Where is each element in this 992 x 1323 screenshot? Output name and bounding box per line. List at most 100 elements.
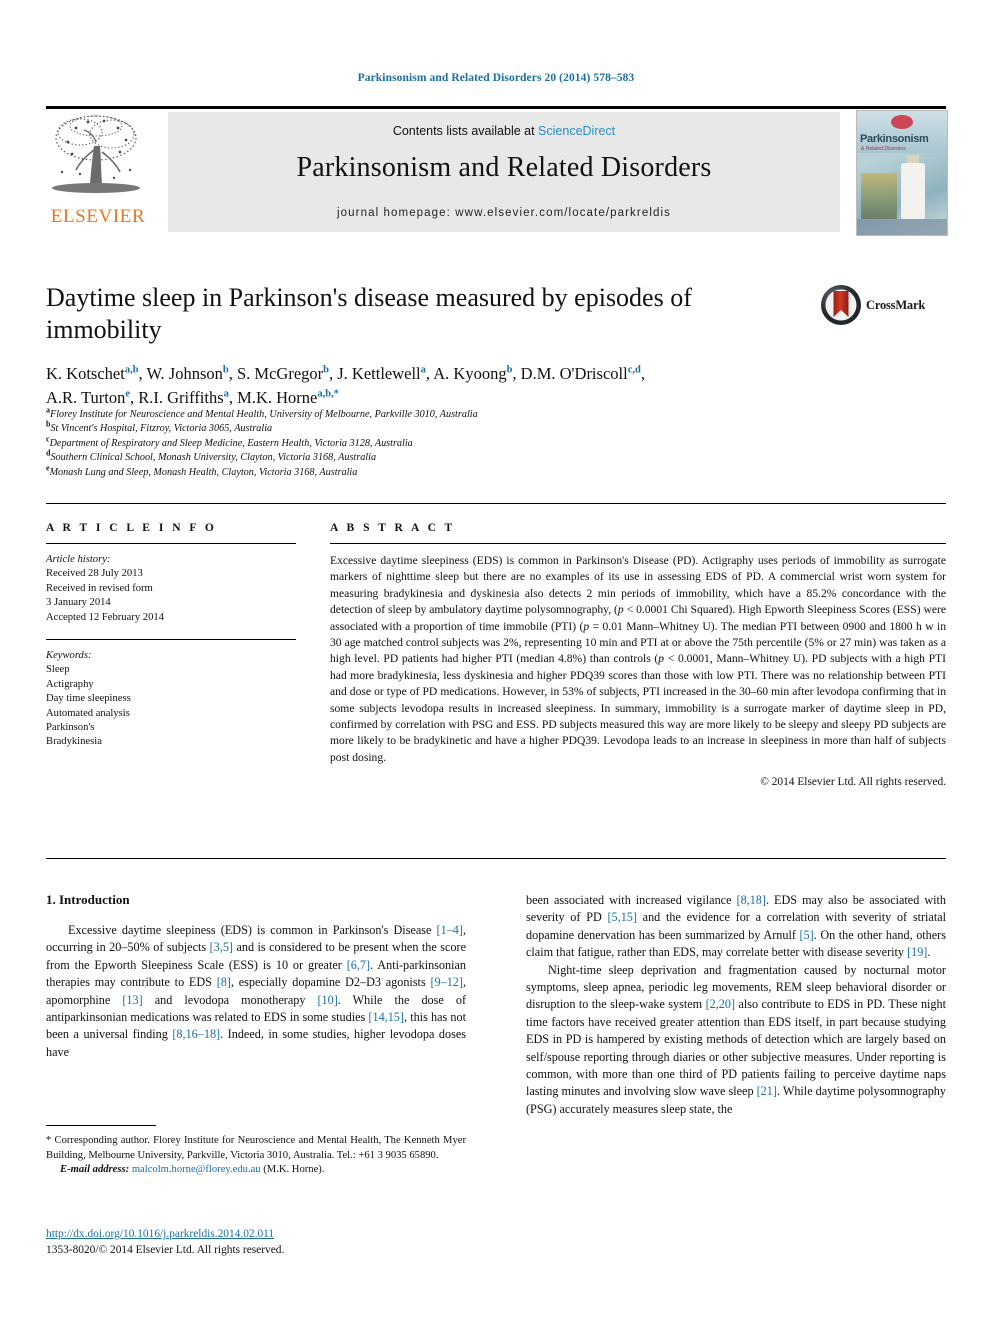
keywords-block: Keywords: Sleep Actigraphy Day time sleepi… [46,649,296,750]
author-affiliation-marker: c,d [627,364,641,376]
article-history-label: Article history: [46,554,111,565]
doi-link[interactable]: http://dx.doi.org/10.1016/j.parkreldis.2… [46,1227,466,1243]
journal-cover-thumbnail: Parkinsonism & Related Disorders [856,110,948,236]
article-history-item: Accepted 12 February 2014 [46,611,164,623]
citation-link[interactable]: [8,18] [737,893,766,907]
cover-artwork-ground [857,219,947,235]
journal-article-page: Parkinsonism and Related Disorders 20 (2… [0,0,992,1323]
body-column-right: been associated with increased vigilance… [526,892,946,1118]
copyright-line: © 2014 Elsevier Ltd. All rights reserved… [760,776,946,789]
article-history-item: Received 28 July 2013 [46,568,143,580]
citation-link[interactable]: [10] [317,993,337,1007]
author-list: K. Kotscheta,b, W. Johnsonb, S. McGregor… [46,362,806,410]
citation-link[interactable]: [9–12] [430,975,463,989]
cover-emblem-icon [891,115,913,129]
affiliation-item: eMonash Lung and Sleep, Monash Health, C… [46,463,358,478]
elsevier-logo: ELSEVIER [46,112,150,232]
citation-link[interactable]: [21] [757,1084,777,1098]
abstract-top-rule [46,503,946,504]
author-line-1: K. Kotscheta,b, W. Johnsonb, S. McGregor… [46,364,645,383]
cover-artwork-plants [861,173,897,219]
crossmark-badge[interactable]: CrossMark [820,284,946,332]
contents-prefix: Contents lists available at [392,124,539,138]
abstract-heading: A B S T R A C T [330,522,456,534]
article-history-entries: Received 28 July 2013 Received in revised… [46,568,164,622]
crossmark-icon [821,285,861,325]
abstract-column: A B S T R A C T Excessive daytime sleepi… [330,522,946,788]
email-link[interactable]: malcolm.horne@florey.edu.au [132,1164,261,1175]
keyword-entries: Sleep Actigraphy Day time sleepiness Automa… [46,664,131,747]
affiliation-marker: b [46,420,51,430]
title-block: Daytime sleep in Parkinson's disease mea… [46,282,806,410]
citation-link[interactable]: [1–4] [437,923,463,937]
cover-subtitle: & Related Disorders [861,146,906,152]
keyword-item: Automated analysis [46,707,130,719]
footnote-block: * Corresponding author. Florey Institute… [46,1125,466,1178]
affiliation-item: bSt Vincent's Hospital, Fitzroy, Victori… [46,420,273,435]
affiliation-item: aFlorey Institute for Neuroscience and M… [46,405,478,420]
author-line-2: A.R. Turtone, R.I. Griffithsa, M.K. Horn… [46,388,339,407]
author-affiliation-marker: a [420,364,426,376]
email-label: E-mail address: [60,1164,130,1176]
stat-symbol: p [658,652,665,666]
masthead-top-rule [46,106,946,109]
citation-link[interactable]: [2,20] [706,997,735,1011]
section-heading-introduction: 1. Introduction [46,892,130,907]
article-title: Daytime sleep in Parkinson's disease mea… [46,283,692,344]
intro-paragraph-1: Excessive daytime sleepiness (EDS) is co… [46,923,467,1059]
cover-title: Parkinsonism [860,133,929,145]
affiliation-marker: d [46,448,51,458]
affiliation-item: dSouthern Clinical School, Monash Univer… [46,448,377,464]
corresponding-author-note: * Corresponding author. Florey Institute… [46,1135,466,1161]
contents-band: Contents lists available at ScienceDirec… [168,112,840,232]
article-history: Article history: Received 28 July 2013 Re… [46,553,296,625]
citation-link[interactable]: [5] [799,928,813,942]
citation-link[interactable]: [3,5] [210,940,233,954]
intro-paragraph-1-cont: been associated with increased vigilance… [526,893,946,960]
doi-block: http://dx.doi.org/10.1016/j.parkreldis.2… [46,1227,466,1258]
sciencedirect-link[interactable]: ScienceDirect [538,124,615,138]
stat-symbol: p [583,619,590,633]
abstract-text: Excessive daytime sleepiness (EDS) is co… [330,554,947,764]
email-note: E-mail address: malcolm.horne@florey.edu… [46,1163,466,1178]
keyword-item: Sleep [46,664,70,676]
issn-copyright-line: 1353-8020/© 2014 Elsevier Ltd. All right… [46,1243,285,1256]
journal-homepage[interactable]: journal homepage: www.elsevier.com/locat… [168,207,840,219]
abstract-rule [330,543,946,544]
keyword-item: Bradykinesia [46,736,102,748]
author-affiliation-marker: b [222,364,229,376]
author-affiliation-marker: a,b,* [317,388,339,400]
keyword-item: Actigraphy [46,678,94,690]
affiliation-marker: c [46,434,50,444]
email-suffix: (M.K. Horne). [263,1164,325,1176]
citation-link[interactable]: [8] [217,975,231,989]
article-info-column: A R T I C L E I N F O Article history: R… [46,522,296,750]
body-column-left: 1. Introduction Excessive daytime sleepi… [46,892,466,1061]
citation-link[interactable]: [8,16–18] [172,1027,220,1041]
article-info-heading: A R T I C L E I N F O [46,522,217,534]
running-head: Parkinsonism and Related Disorders 20 (2… [357,72,635,84]
affiliation-list: aFlorey Institute for Neuroscience and M… [46,405,746,480]
author-affiliation-marker: b [323,364,329,376]
cover-artwork-bottle [901,163,925,219]
citation-link[interactable]: [19] [907,945,927,959]
citation-link[interactable]: [6,7] [347,958,370,972]
author-affiliation-marker: e [125,388,130,400]
contents-available-line: Contents lists available at ScienceDirec… [168,124,840,138]
citation-link[interactable]: [5,15] [608,910,637,924]
elsevier-wordmark: ELSEVIER [50,206,146,227]
citation-link[interactable]: [13] [122,993,142,1007]
author-affiliation-marker: a,b [124,364,139,376]
keywords-rule [46,639,296,641]
affiliation-marker: e [46,463,50,473]
author-affiliation-marker: b [506,364,513,376]
article-history-item: Received in revised form [46,582,153,594]
keyword-item: Parkinson's [46,722,95,734]
citation-link[interactable]: [14,15] [368,1010,404,1024]
keyword-item: Day time sleepiness [46,693,131,705]
keywords-label: Keywords: [46,650,92,662]
author-affiliation-marker: a [223,388,229,400]
abstract-bottom-rule [46,858,946,859]
article-info-rule [46,543,296,544]
stat-symbol: p [617,603,624,617]
